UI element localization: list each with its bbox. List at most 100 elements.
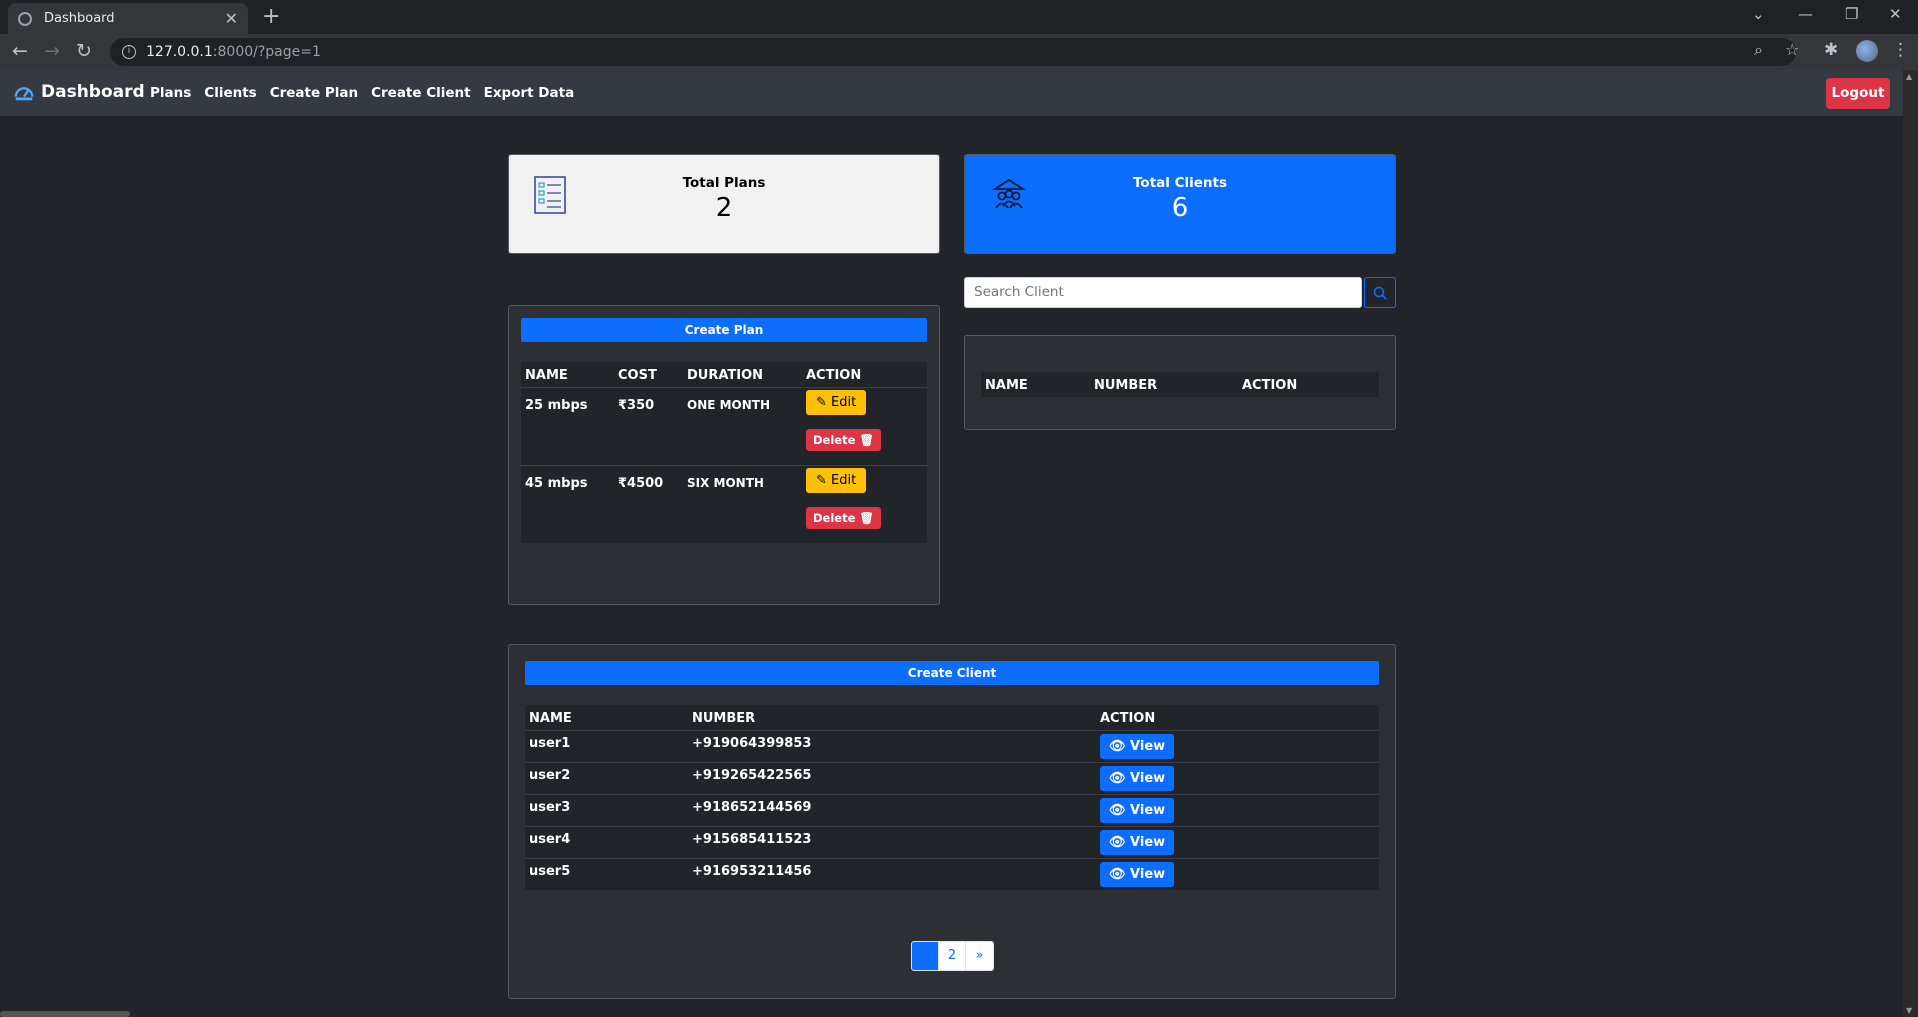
trash-icon: 🗑 xyxy=(859,511,875,525)
close-window-icon[interactable]: ✕ xyxy=(1889,5,1902,23)
view-client-button[interactable]: 👁 View xyxy=(1100,862,1175,887)
header-name: NAME xyxy=(525,705,688,731)
delete-plan-button[interactable]: Delete 🗑 xyxy=(806,429,882,451)
trash-icon: 🗑 xyxy=(859,433,875,447)
tab-title: Dashboard xyxy=(44,11,115,26)
header-action: ACTION xyxy=(1238,372,1379,397)
edit-plan-button[interactable]: ✎ Edit xyxy=(806,468,867,493)
table-row: user1 +919064399853 👁 View xyxy=(525,730,1379,763)
view-label: View xyxy=(1130,867,1166,882)
eye-icon: 👁 xyxy=(1109,803,1126,818)
total-clients-label: Total Clients xyxy=(1133,175,1227,191)
browser-menu-icon[interactable]: ⋮ xyxy=(1892,40,1909,60)
header-number: NUMBER xyxy=(688,705,1096,731)
delete-plan-button[interactable]: Delete 🗑 xyxy=(806,507,882,529)
header-name: NAME xyxy=(521,362,614,388)
browser-tab-strip: Dashboard ✕ + ⌄ — ❐ ✕ xyxy=(0,0,1918,34)
search-button[interactable] xyxy=(1364,277,1396,308)
client-number: +915685411523 xyxy=(692,832,812,847)
eye-icon: 👁 xyxy=(1109,835,1126,850)
url-field[interactable]: i 127.0.0.1:8000/?page=1 xyxy=(110,38,1796,66)
plans-table: NAME COST DURATION ACTION 25 mbps ₹350 O… xyxy=(521,362,927,543)
brand[interactable]: Dashboard xyxy=(13,81,145,103)
header-cost: COST xyxy=(614,362,683,388)
search-results-table: NAME NUMBER ACTION xyxy=(981,372,1379,397)
back-icon[interactable]: ← xyxy=(12,40,28,62)
create-plan-button[interactable]: Create Plan xyxy=(521,318,927,342)
view-client-button[interactable]: 👁 View xyxy=(1100,766,1175,791)
extensions-icon[interactable]: ✱ xyxy=(1824,40,1838,60)
edit-icon: ✎ xyxy=(816,473,827,488)
client-name: user3 xyxy=(529,800,571,815)
search-client-input[interactable]: Search Client xyxy=(964,277,1362,308)
view-label: View xyxy=(1130,835,1166,850)
eye-icon: 👁 xyxy=(1109,771,1126,786)
header-action: ACTION xyxy=(802,362,927,388)
profile-avatar-icon[interactable] xyxy=(1856,40,1878,62)
table-row: user5 +916953211456 👁 View xyxy=(525,858,1379,891)
browser-tab[interactable]: Dashboard ✕ xyxy=(8,3,248,34)
total-plans-card: Total Plans 2 xyxy=(508,154,940,254)
scroll-up-arrow-icon[interactable]: ▲ xyxy=(1906,72,1912,81)
plan-duration: ONE MONTH xyxy=(687,398,771,412)
address-bar: ← → ↻ i 127.0.0.1:8000/?page=1 ⌕ ☆ xyxy=(0,34,1918,70)
create-client-button[interactable]: Create Client xyxy=(525,661,1379,685)
total-clients-card: Total Clients 6 xyxy=(964,154,1396,254)
page-1-link[interactable]: 1 xyxy=(912,942,939,970)
header-action: ACTION xyxy=(1096,705,1379,731)
forward-icon[interactable]: → xyxy=(44,40,60,62)
globe-icon xyxy=(18,11,32,26)
restore-icon[interactable]: ❐ xyxy=(1845,5,1858,23)
nav-link-clients[interactable]: Clients xyxy=(204,85,256,101)
new-tab-icon[interactable]: + xyxy=(262,4,280,29)
view-label: View xyxy=(1130,771,1166,786)
search-icon xyxy=(1373,286,1387,300)
plan-name: 45 mbps xyxy=(525,476,588,491)
view-client-button[interactable]: 👁 View xyxy=(1100,734,1175,759)
plan-name: 25 mbps xyxy=(525,398,588,413)
page-2-link[interactable]: 2 xyxy=(939,942,966,970)
edit-icon: ✎ xyxy=(816,395,827,410)
scroll-down-arrow-icon[interactable]: ▼ xyxy=(1906,1006,1912,1015)
zoom-icon[interactable]: ⌕ xyxy=(1754,40,1763,60)
client-number: +919064399853 xyxy=(692,736,812,751)
delete-label: Delete xyxy=(813,433,856,447)
logout-button[interactable]: Logout xyxy=(1826,78,1890,109)
horizontal-scrollbar[interactable] xyxy=(0,1011,130,1017)
minimize-icon[interactable]: — xyxy=(1798,5,1813,23)
table-row: 25 mbps ₹350 ONE MONTH ✎ Edit Delete 🗑 xyxy=(521,387,927,466)
search-results-panel: NAME NUMBER ACTION xyxy=(964,335,1396,430)
pagination: 1 2 » xyxy=(911,941,994,971)
view-client-button[interactable]: 👁 View xyxy=(1100,798,1175,823)
view-client-button[interactable]: 👁 View xyxy=(1100,830,1175,855)
nav-link-create-client[interactable]: Create Client xyxy=(371,85,471,101)
site-info-icon[interactable]: i xyxy=(122,45,136,59)
edit-label: Edit xyxy=(831,395,857,410)
close-tab-icon[interactable]: ✕ xyxy=(225,9,238,28)
edit-plan-button[interactable]: ✎ Edit xyxy=(806,390,867,415)
eye-icon: 👁 xyxy=(1109,867,1126,882)
brand-label: Dashboard xyxy=(41,82,145,102)
nav-link-export-data[interactable]: Export Data xyxy=(484,85,575,101)
url-path: :8000/?page=1 xyxy=(212,44,321,60)
app-navbar: Dashboard Plans Clients Create Plan Crea… xyxy=(0,70,1903,116)
tab-search-icon[interactable]: ⌄ xyxy=(1752,5,1765,23)
client-name: user5 xyxy=(529,864,571,879)
view-label: View xyxy=(1130,739,1166,754)
view-label: View xyxy=(1130,803,1166,818)
total-clients-value: 6 xyxy=(1171,193,1189,223)
clients-table: NAME NUMBER ACTION user1 +919064399853 👁… xyxy=(525,705,1379,890)
client-name: user2 xyxy=(529,768,571,783)
client-name: user1 xyxy=(529,736,571,751)
bookmark-star-icon[interactable]: ☆ xyxy=(1785,40,1799,59)
plans-panel: Create Plan NAME COST DURATION ACTION 25… xyxy=(508,305,940,605)
eye-icon: 👁 xyxy=(1109,739,1126,754)
client-name: user4 xyxy=(529,832,571,847)
table-row: user3 +918652144569 👁 View xyxy=(525,794,1379,827)
vertical-scrollbar[interactable]: ▲ ▼ xyxy=(1903,70,1918,1017)
nav-link-plans[interactable]: Plans xyxy=(150,85,191,101)
reload-icon[interactable]: ↻ xyxy=(76,40,92,62)
nav-link-create-plan[interactable]: Create Plan xyxy=(270,85,358,101)
next-page-link[interactable]: » xyxy=(966,942,993,970)
table-row: 45 mbps ₹4500 SIX MONTH ✎ Edit Delete 🗑 xyxy=(521,465,927,544)
